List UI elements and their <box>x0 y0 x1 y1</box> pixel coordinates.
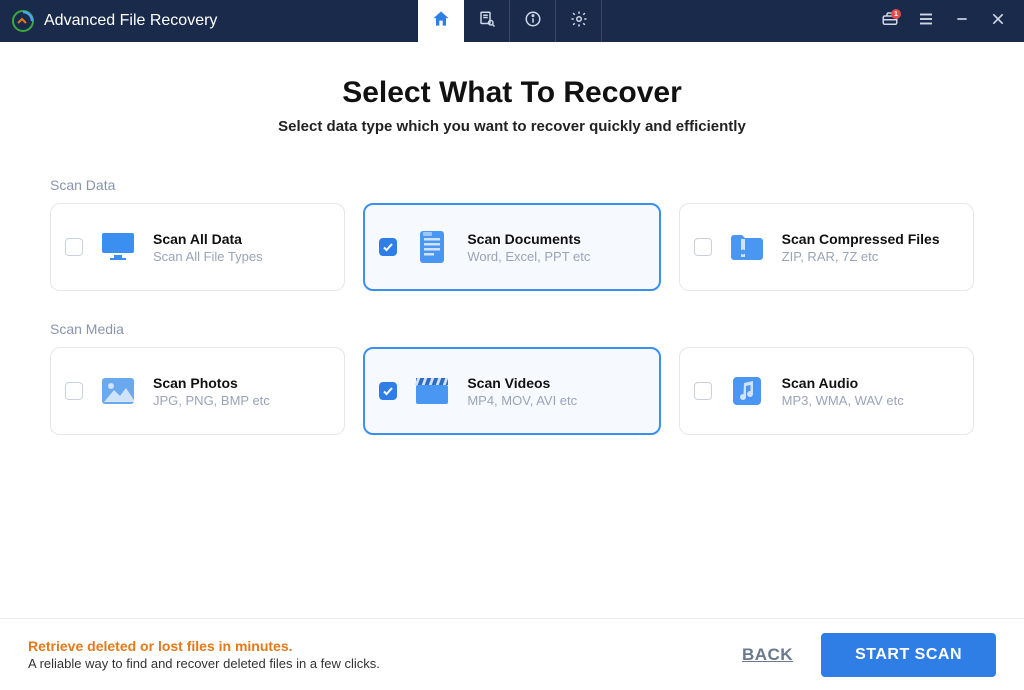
hamburger-menu-button[interactable] <box>908 0 944 42</box>
page-title: Select What To Recover <box>50 76 974 110</box>
section-label-data: Scan Data <box>50 177 974 193</box>
card-title: Scan Compressed Files <box>782 231 940 247</box>
minimize-icon <box>954 11 970 32</box>
checkbox[interactable] <box>694 382 712 400</box>
home-icon <box>431 9 451 34</box>
minimize-button[interactable] <box>944 0 980 42</box>
close-button[interactable] <box>980 0 1016 42</box>
zip-folder-icon <box>728 228 766 266</box>
scan-media-row: Scan Photos JPG, PNG, BMP etc Scan Video… <box>50 347 974 435</box>
scan-data-row: Scan All Data Scan All File Types Scan D… <box>50 203 974 291</box>
photo-icon <box>99 372 137 410</box>
card-subtitle: MP3, WMA, WAV etc <box>782 393 904 408</box>
card-subtitle: Scan All File Types <box>153 249 263 264</box>
card-title: Scan Audio <box>782 375 904 391</box>
card-title: Scan Documents <box>467 231 590 247</box>
close-icon <box>990 11 1006 32</box>
checkbox[interactable] <box>379 238 397 256</box>
main-content: Select What To Recover Select data type … <box>0 42 1024 618</box>
checkbox[interactable] <box>65 382 83 400</box>
card-scan-compressed[interactable]: Scan Compressed Files ZIP, RAR, 7Z etc <box>679 203 974 291</box>
titlebar: Advanced File Recovery <box>0 0 1024 42</box>
promo-text: Retrieve deleted or lost files in minute… <box>28 638 380 671</box>
document-search-icon <box>478 10 496 33</box>
card-scan-videos[interactable]: Scan Videos MP4, MOV, AVI etc <box>363 347 660 435</box>
hamburger-icon <box>917 10 935 33</box>
app-title: Advanced File Recovery <box>44 12 217 30</box>
card-title: Scan All Data <box>153 231 263 247</box>
monitor-icon <box>99 228 137 266</box>
toolbox-button[interactable]: 1 <box>872 0 908 42</box>
info-icon <box>524 10 542 33</box>
document-icon <box>413 228 451 266</box>
back-button[interactable]: BACK <box>742 645 793 665</box>
card-title: Scan Photos <box>153 375 270 391</box>
titlebar-tabs <box>418 0 602 42</box>
tab-home[interactable] <box>418 0 464 42</box>
checkbox[interactable] <box>379 382 397 400</box>
card-scan-documents[interactable]: Scan Documents Word, Excel, PPT etc <box>363 203 660 291</box>
window-controls: 1 <box>872 0 1024 42</box>
card-scan-audio[interactable]: Scan Audio MP3, WMA, WAV etc <box>679 347 974 435</box>
card-subtitle: MP4, MOV, AVI etc <box>467 393 577 408</box>
checkbox[interactable] <box>65 238 83 256</box>
tab-info[interactable] <box>510 0 556 42</box>
video-clapper-icon <box>413 372 451 410</box>
card-title: Scan Videos <box>467 375 577 391</box>
checkbox[interactable] <box>694 238 712 256</box>
app-logo-icon <box>10 8 36 34</box>
section-label-media: Scan Media <box>50 321 974 337</box>
card-subtitle: ZIP, RAR, 7Z etc <box>782 249 940 264</box>
card-scan-photos[interactable]: Scan Photos JPG, PNG, BMP etc <box>50 347 345 435</box>
notification-badge: 1 <box>891 9 901 19</box>
footer: Retrieve deleted or lost files in minute… <box>0 618 1024 690</box>
tab-search[interactable] <box>464 0 510 42</box>
gear-icon <box>570 10 588 33</box>
tab-settings[interactable] <box>556 0 602 42</box>
page-subtitle: Select data type which you want to recov… <box>50 118 974 135</box>
card-subtitle: JPG, PNG, BMP etc <box>153 393 270 408</box>
card-scan-all[interactable]: Scan All Data Scan All File Types <box>50 203 345 291</box>
start-scan-button[interactable]: START SCAN <box>821 633 996 677</box>
promo-title: Retrieve deleted or lost files in minute… <box>28 638 380 654</box>
promo-subtitle: A reliable way to find and recover delet… <box>28 656 380 671</box>
card-subtitle: Word, Excel, PPT etc <box>467 249 590 264</box>
music-note-icon <box>728 372 766 410</box>
